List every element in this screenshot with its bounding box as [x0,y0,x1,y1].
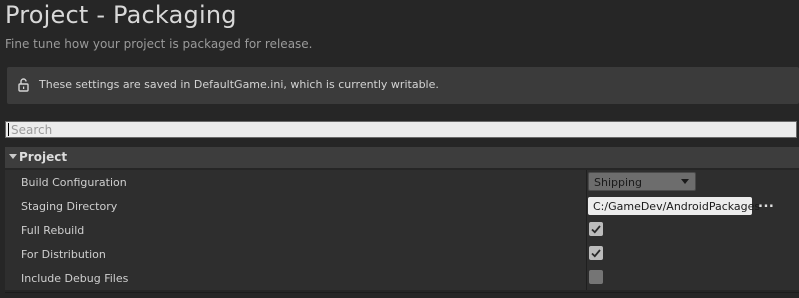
checkmark-icon [591,225,601,234]
setting-label: Include Debug Files [21,272,129,285]
for-distribution-checkbox[interactable] [589,246,603,260]
checkmark-icon [591,249,601,258]
chevron-down-icon [681,179,689,184]
setting-row-staging-directory: Staging Directory C:/GameDev/AndroidPack… [5,194,799,218]
staging-directory-field[interactable]: C:/GameDev/AndroidPackages [588,197,760,215]
setting-label: For Distribution [21,248,106,261]
browse-button[interactable]: ... [758,196,774,211]
build-configuration-dropdown[interactable]: Shipping [588,172,696,191]
setting-row-full-rebuild: Full Rebuild [5,218,799,242]
setting-row-include-debug-files: Include Debug Files [5,266,799,290]
project-packaging-settings-panel: Project - Packaging Fine tune how your p… [0,0,799,298]
include-debug-files-checkbox[interactable] [589,270,603,284]
full-rebuild-checkbox[interactable] [589,222,603,236]
expand-triangle-icon[interactable] [9,154,17,159]
setting-row-for-distribution: For Distribution [5,242,799,266]
setting-label: Staging Directory [21,200,118,213]
dropdown-value: Shipping [594,176,642,189]
page-title: Project - Packaging [5,1,237,29]
path-value: C:/GameDev/AndroidPackages [593,200,761,213]
notice-message: These settings are saved in DefaultGame.… [39,78,439,91]
setting-label: Build Configuration [21,176,127,189]
category-label: Project [19,150,68,164]
settings-list: Build Configuration Shipping Staging Dir… [5,170,799,290]
page-subtitle: Fine tune how your project is packaged f… [5,37,313,51]
text-caret [8,123,9,136]
unlock-icon[interactable] [16,77,32,93]
setting-label: Full Rebuild [21,224,85,237]
category-header-project[interactable]: Project [5,147,799,168]
search-input[interactable] [5,121,797,138]
config-file-notice: These settings are saved in DefaultGame.… [7,67,799,104]
setting-row-build-configuration: Build Configuration Shipping [5,170,799,194]
divider [5,292,799,293]
